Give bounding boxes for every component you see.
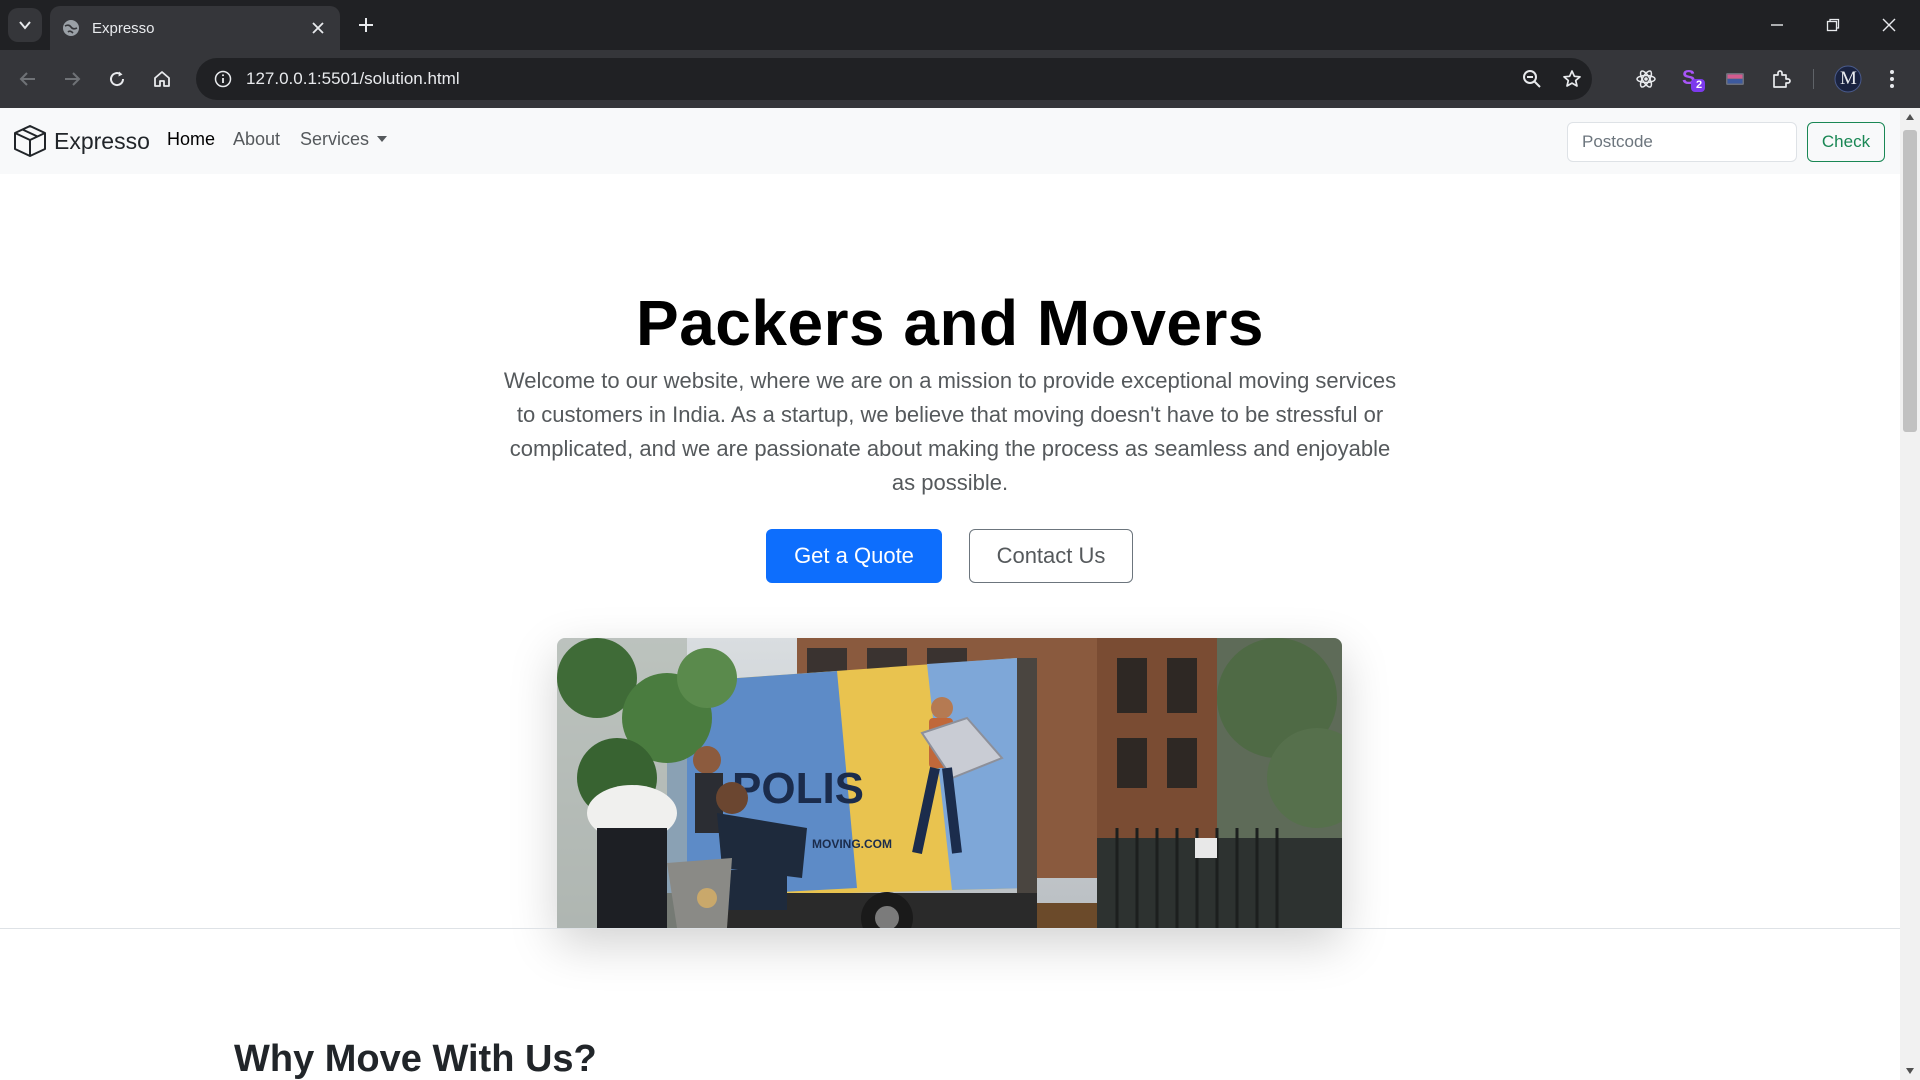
triangle-down-icon <box>1906 1068 1914 1074</box>
atom-icon <box>1636 70 1656 88</box>
browser-tab[interactable]: Expresso <box>50 6 340 50</box>
s-extension[interactable]: S 2 <box>1677 63 1709 95</box>
nav-home-link[interactable]: Home <box>167 129 215 150</box>
profile-initial: M <box>1840 68 1857 89</box>
bookmark-star-icon[interactable] <box>1552 58 1592 100</box>
s-extension-icon: S <box>1682 67 1705 92</box>
back-button[interactable] <box>12 63 44 95</box>
get-quote-button[interactable]: Get a Quote <box>766 529 942 583</box>
home-button[interactable] <box>146 63 178 95</box>
arrow-left-icon <box>19 72 35 86</box>
profile-avatar[interactable]: M <box>1832 63 1864 95</box>
home-icon <box>154 71 170 87</box>
brand-link[interactable]: Expresso <box>12 123 150 159</box>
check-button[interactable]: Check <box>1807 122 1885 162</box>
nav-services-dropdown[interactable]: Services <box>300 129 388 150</box>
react-devtools-extension[interactable] <box>1630 63 1662 95</box>
zoom-icon[interactable] <box>1512 58 1552 100</box>
restore-icon <box>1826 18 1840 32</box>
caret-down-icon <box>377 136 388 142</box>
scroll-thumb[interactable] <box>1903 130 1917 432</box>
url-text[interactable]: 127.0.0.1:5501/solution.html <box>246 69 1512 89</box>
extension-badge: 2 <box>1696 79 1703 91</box>
hero-image: POLIS MOVING.COM <box>557 638 1342 928</box>
close-tab-icon[interactable] <box>308 18 328 38</box>
truck-url: MOVING.COM <box>812 837 892 851</box>
truck-lettering: POLIS <box>732 764 864 813</box>
forward-button[interactable] <box>56 63 88 95</box>
site-info-icon[interactable] <box>204 58 242 100</box>
globe-icon <box>62 19 80 37</box>
page-scrollbar[interactable] <box>1900 108 1920 1080</box>
extensions-button[interactable] <box>1765 63 1797 95</box>
toolbar-separator <box>1813 69 1814 89</box>
restore-button[interactable] <box>1805 0 1861 50</box>
postcode-input[interactable] <box>1567 122 1797 162</box>
plus-icon <box>359 18 373 32</box>
browser-toolbar: 127.0.0.1:5501/solution.html S 2 M <box>0 50 1920 108</box>
close-icon <box>1882 18 1896 32</box>
chevron-down-icon <box>19 21 31 30</box>
scroll-up-arrow[interactable] <box>1900 108 1920 126</box>
arrow-right-icon <box>65 72 81 86</box>
brand-name: Expresso <box>54 127 150 154</box>
reload-icon <box>110 71 125 87</box>
tab-title: Expresso <box>92 19 155 37</box>
keyboard-extension[interactable] <box>1719 63 1751 95</box>
browser-tabbar: Expresso <box>0 0 1920 50</box>
tab-search-button[interactable] <box>8 8 42 42</box>
hero-title: Packers and Movers <box>636 287 1264 359</box>
moving-truck-image: POLIS MOVING.COM <box>557 638 1342 928</box>
flag-keyboard-icon <box>1726 73 1744 85</box>
nav-about-link[interactable]: About <box>233 129 280 150</box>
new-tab-button[interactable] <box>352 11 380 39</box>
nav-services-label: Services <box>300 129 370 149</box>
kebab-menu-icon <box>1890 70 1894 88</box>
close-window-button[interactable] <box>1861 0 1917 50</box>
minimize-button[interactable] <box>1749 0 1805 50</box>
minimize-icon <box>1771 24 1783 26</box>
section-divider <box>0 928 1900 929</box>
triangle-up-icon <box>1906 114 1914 120</box>
site-navbar: Expresso Home About Services Check <box>0 108 1900 174</box>
scroll-down-arrow[interactable] <box>1900 1062 1920 1080</box>
reload-button[interactable] <box>101 63 133 95</box>
web-page: Expresso Home About Services Check Packe… <box>0 108 1900 1080</box>
address-bar[interactable]: 127.0.0.1:5501/solution.html <box>196 58 1592 100</box>
why-move-heading: Why Move With Us? <box>234 1038 597 1080</box>
hero-description: Welcome to our website, where we are on … <box>503 368 1397 495</box>
browser-menu-button[interactable] <box>1876 63 1908 95</box>
box-logo-icon <box>14 125 46 157</box>
contact-us-button[interactable]: Contact Us <box>969 529 1133 583</box>
puzzle-icon <box>1773 70 1791 88</box>
